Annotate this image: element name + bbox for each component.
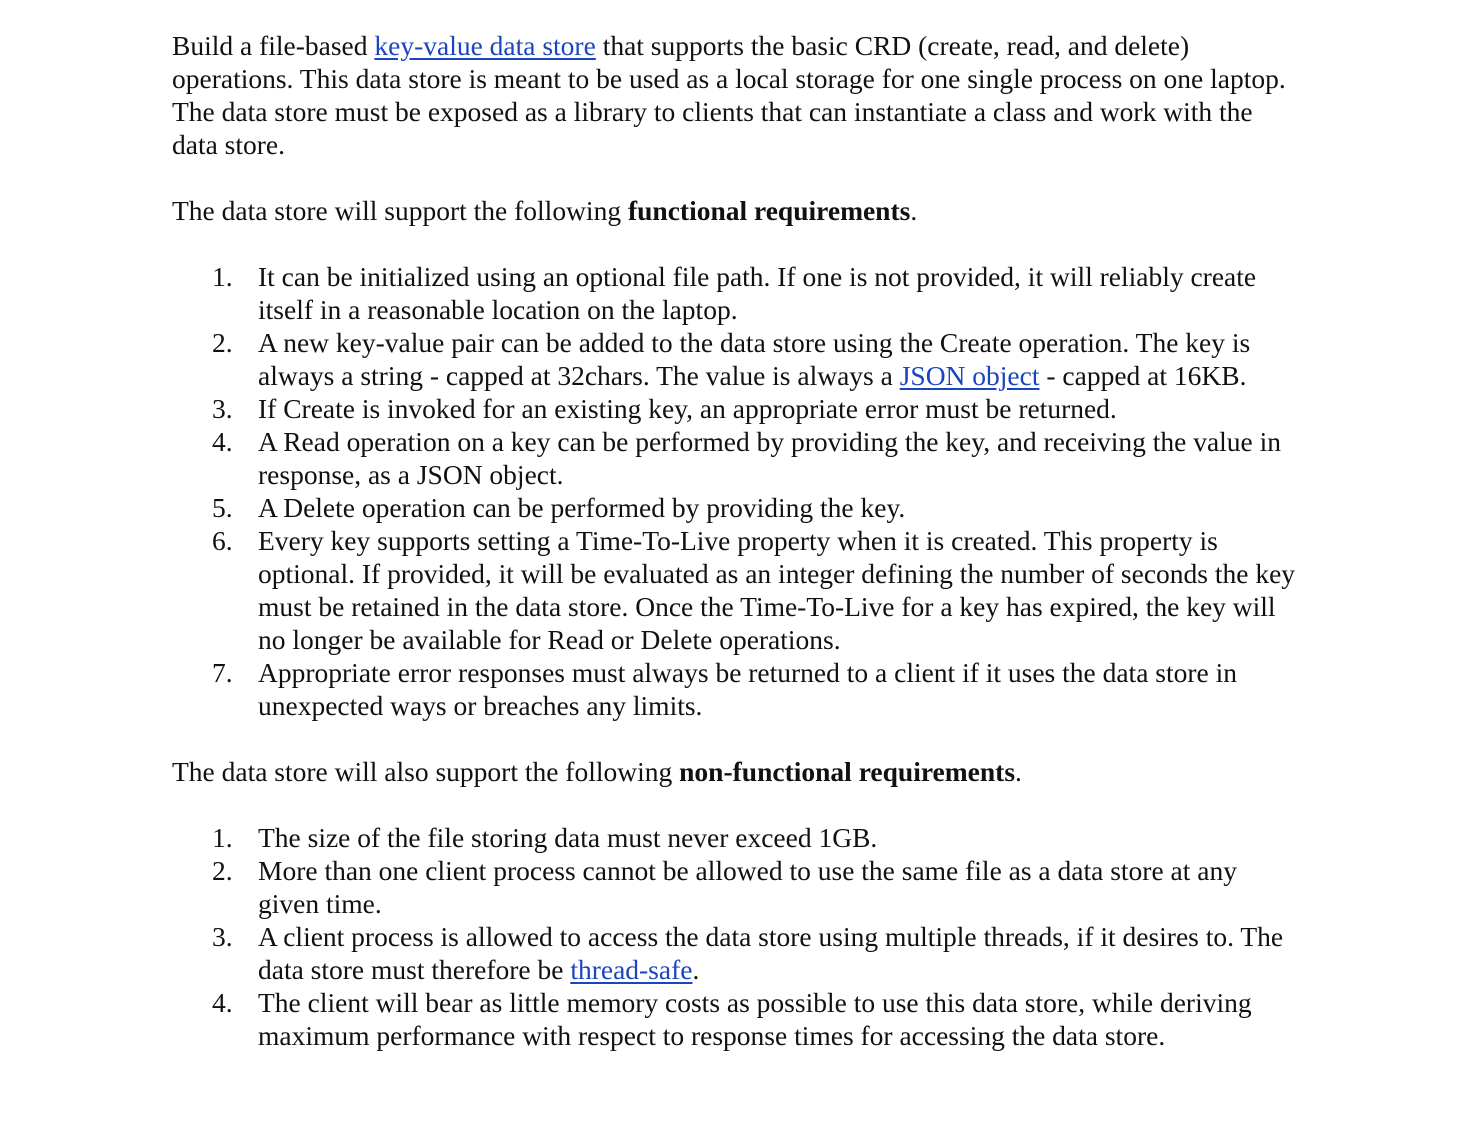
json-object-link[interactable]: JSON object [900,360,1040,391]
list-item-text: Appropriate error responses must always … [258,657,1238,721]
list-item-text: The size of the file storing data must n… [258,822,878,853]
list-item-text: A Read operation on a key can be perform… [258,426,1282,490]
list-number: 4. [212,426,233,457]
functional-requirements-heading: functional requirements [627,195,911,226]
list-number: 2. [212,855,233,886]
list-number: 4. [212,987,233,1018]
list-item-text-after: - capped at 16KB. [1039,360,1247,391]
list-item-text: It can be initialized using an optional … [258,261,1257,325]
nonfunctional-lead-text: The data store will also support the fol… [172,756,680,787]
list-number: 1. [212,822,233,853]
thread-safe-link[interactable]: thread-safe [570,954,692,985]
list-number: 2. [212,327,233,358]
intro-text-before: Build a file-based [172,30,375,61]
list-item: 1. It can be initialized using an optiona… [172,260,1302,326]
list-item: 4. The client will bear as little memory … [172,986,1302,1052]
list-item: 1. The size of the file storing data must… [172,821,1302,854]
list-item-text: More than one client process cannot be a… [258,855,1237,919]
functional-requirements-lead: The data store will support the followin… [172,194,1302,227]
list-number: 1. [212,261,233,292]
list-number: 3. [212,921,233,952]
list-item: 3. If Create is invoked for an existing k… [172,392,1302,425]
nonfunctional-requirements-list: 1. The size of the file storing data must… [172,821,1302,1052]
list-number: 5. [212,492,233,523]
list-item-text: If Create is invoked for an existing key… [258,393,1117,424]
functional-lead-period: . [910,195,918,226]
list-item: 3. A client process is allowed to access … [172,920,1302,986]
document: Build a file-based key-value data store … [172,29,1302,1052]
list-item-text: Every key supports setting a Time-To-Liv… [258,525,1296,655]
list-number: 6. [212,525,233,556]
nonfunctional-requirements-heading: non-functional requirements [679,756,1016,787]
list-item: 7. Appropriate error responses must alway… [172,656,1302,722]
intro-paragraph: Build a file-based key-value data store … [172,29,1302,161]
list-item-text-after: . [692,954,700,985]
nonfunctional-requirements-lead: The data store will also support the fol… [172,755,1302,788]
nonfunctional-lead-period: . [1015,756,1022,787]
list-number: 7. [212,657,233,688]
list-item: 5. A Delete operation can be performed by… [172,491,1302,524]
key-value-data-store-link[interactable]: key-value data store [374,30,595,61]
list-item: 2. More than one client process cannot be… [172,854,1302,920]
list-item: 4. A Read operation on a key can be perfo… [172,425,1302,491]
functional-requirements-list: 1. It can be initialized using an optiona… [172,260,1302,722]
functional-lead-text: The data store will support the followin… [172,195,628,226]
list-item: 2. A new key-value pair can be added to t… [172,326,1302,392]
list-item-text-before: A client process is allowed to access th… [258,921,1284,985]
list-item: 6. Every key supports setting a Time-To-L… [172,524,1302,656]
list-item-text: A Delete operation can be performed by p… [258,492,906,523]
list-number: 3. [212,393,233,424]
list-item-text: The client will bear as little memory co… [258,987,1252,1051]
